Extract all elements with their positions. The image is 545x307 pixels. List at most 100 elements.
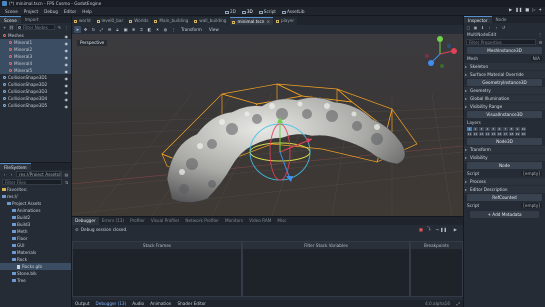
workspace-2d[interactable]: 2D bbox=[222, 7, 239, 16]
fs-item-favorites[interactable]: Favorites: bbox=[0, 186, 71, 193]
scene-tab-main-building[interactable]: Main_building bbox=[152, 17, 192, 25]
fs-item-build2[interactable]: Build2 bbox=[0, 214, 71, 221]
section-geometry[interactable]: Geometry bbox=[464, 87, 545, 94]
panel-audio[interactable]: Audio bbox=[129, 301, 147, 306]
stop-icon[interactable]: ■ bbox=[525, 7, 529, 12]
layer-cell[interactable]: 10 bbox=[521, 127, 526, 131]
tree-item-collision5[interactable]: CollisionShape3D5 ◉ bbox=[0, 102, 71, 109]
perspective-menu[interactable]: Perspective bbox=[77, 40, 108, 46]
script2-property-row[interactable]: Script [empty] bbox=[464, 202, 545, 209]
tree-item-collision4[interactable]: CollisionShape3D4 ◉ bbox=[0, 95, 71, 102]
scene-tab-player[interactable]: player bbox=[273, 17, 298, 25]
layer-cell[interactable]: 7 bbox=[503, 127, 508, 131]
split-view-icon[interactable]: ▤ bbox=[64, 172, 69, 177]
layer-cell[interactable]: 6 bbox=[497, 127, 502, 131]
edited-object-row[interactable]: MultiNodeEdit ⋮ bbox=[464, 31, 545, 38]
filter-properties-input[interactable]: Filter Properties bbox=[466, 39, 536, 45]
fs-item-meth[interactable]: Meth bbox=[0, 228, 71, 235]
tree-item-collision1[interactable]: CollisionShape3D1 ◉ bbox=[0, 74, 71, 81]
layer-cell[interactable]: 9 bbox=[515, 127, 520, 131]
layer-cell[interactable]: 5 bbox=[491, 127, 496, 131]
section-skeleton[interactable]: Skeleton bbox=[464, 63, 545, 70]
fs-item-gui[interactable]: GUI bbox=[0, 242, 71, 249]
breakpoints-panel[interactable]: Breakpoints bbox=[410, 241, 463, 297]
expand-panel-icon[interactable]: ⤢ bbox=[457, 301, 460, 306]
history-icon[interactable]: ↺ bbox=[501, 25, 506, 30]
section-surface-material[interactable]: Surface Material Override bbox=[464, 71, 545, 78]
tree-item-mineral2[interactable]: Mineral2 ◉ bbox=[0, 46, 71, 53]
mesh-value[interactable]: N/A bbox=[530, 56, 542, 61]
save-resource-icon[interactable]: ⬇ bbox=[480, 25, 485, 30]
layer-cell[interactable]: 19 bbox=[515, 132, 520, 136]
stack-variables-panel[interactable]: Filter Stack Variables bbox=[242, 241, 410, 297]
play-scene-icon[interactable]: ▷ bbox=[532, 7, 535, 12]
panel-output[interactable]: Output bbox=[72, 301, 93, 306]
layer-cell[interactable]: 3 bbox=[479, 127, 484, 131]
play-custom-icon[interactable]: ✦ bbox=[538, 7, 542, 12]
fs-item-rocks-glb[interactable]: Rocks.glb bbox=[0, 263, 71, 270]
close-tab-icon[interactable]: × bbox=[266, 19, 270, 24]
break-icon[interactable]: ❚❚ bbox=[440, 227, 447, 232]
tab-profiler[interactable]: Profiler bbox=[127, 217, 148, 225]
layer-cell[interactable]: 8 bbox=[509, 127, 514, 131]
environment-icon[interactable]: ◍ bbox=[162, 26, 169, 33]
history-forward-icon[interactable]: › bbox=[494, 25, 499, 30]
more-icon[interactable]: ⋮ bbox=[170, 26, 177, 33]
back-icon[interactable]: ‹ bbox=[2, 172, 7, 177]
menu-dots-icon[interactable]: ⋮ bbox=[64, 25, 69, 30]
3d-viewport[interactable]: Perspective bbox=[72, 34, 463, 216]
scene-tab-world[interactable]: world bbox=[72, 17, 94, 25]
lock-icon[interactable]: 🔒︎ bbox=[114, 26, 121, 33]
scene-tab-level0[interactable]: level0_bar bbox=[94, 17, 127, 25]
transform-menu[interactable]: Transform bbox=[178, 27, 205, 32]
tab-errors[interactable]: Errors (13) bbox=[99, 217, 127, 225]
local-space-icon[interactable]: ⊕ bbox=[130, 26, 137, 33]
tab-scene[interactable]: Scene bbox=[0, 16, 21, 23]
layer-cell[interactable]: 15 bbox=[491, 132, 496, 136]
history-back-icon[interactable]: ‹ bbox=[487, 25, 492, 30]
continue-icon[interactable]: ▶ bbox=[454, 227, 457, 232]
camera-preview-icon[interactable]: ◧ bbox=[146, 26, 153, 33]
panel-shader-editor[interactable]: Shader Editor bbox=[174, 301, 209, 306]
scale-tool-icon[interactable]: ⤢ bbox=[98, 26, 105, 33]
fs-item-floor[interactable]: Floor bbox=[0, 235, 71, 242]
step-into-icon[interactable]: ⤵ bbox=[427, 226, 431, 232]
section-process[interactable]: Process bbox=[464, 178, 545, 185]
fs-item-materials[interactable]: Materials bbox=[0, 249, 71, 256]
settings-icon[interactable]: ⚙ bbox=[538, 40, 543, 45]
select-tool-icon[interactable]: ➤ bbox=[74, 26, 81, 33]
group-icon[interactable]: ▣ bbox=[122, 26, 129, 33]
load-resource-icon[interactable]: ▣ bbox=[473, 25, 478, 30]
fs-item-build3[interactable]: Build3 bbox=[0, 221, 71, 228]
object-menu-icon[interactable]: ⋮ bbox=[538, 31, 542, 38]
script-property-row[interactable]: Script [empty] bbox=[464, 170, 545, 177]
path-field[interactable]: res://Project Assets/Ro bbox=[16, 171, 62, 177]
layer-cell[interactable]: 4 bbox=[485, 127, 490, 131]
forward-icon[interactable]: › bbox=[9, 172, 14, 177]
step-over-icon[interactable]: ⤳ bbox=[436, 227, 439, 232]
tab-import[interactable]: Import bbox=[21, 16, 43, 23]
move-tool-icon[interactable]: ✥ bbox=[82, 26, 89, 33]
tab-misc[interactable]: Misc bbox=[274, 217, 289, 225]
layer-cell[interactable]: 11 bbox=[467, 132, 472, 136]
script-value[interactable]: [empty] bbox=[521, 171, 542, 176]
stop-debug-icon[interactable]: ■ bbox=[419, 227, 423, 232]
workspace-assetlib[interactable]: AssetLib bbox=[279, 7, 308, 16]
tab-video-ram[interactable]: Video RAM bbox=[246, 217, 274, 225]
section-transform[interactable]: Transform bbox=[464, 146, 545, 153]
snap-icon[interactable]: ⌗ bbox=[138, 26, 145, 33]
section-global-illumination[interactable]: Global Illumination bbox=[464, 95, 545, 102]
section-editor-description[interactable]: Editor Description bbox=[464, 186, 545, 193]
rotate-tool-icon[interactable]: ↻ bbox=[90, 26, 97, 33]
new-resource-icon[interactable]: ▢ bbox=[466, 25, 471, 30]
tree-item-mineral5[interactable]: Mineral5 ◉ bbox=[0, 67, 71, 74]
script-attach-icon[interactable]: ✎ bbox=[57, 25, 62, 30]
fs-item-res[interactable]: res:// bbox=[0, 193, 71, 200]
layer-cell[interactable]: 12 bbox=[473, 132, 478, 136]
menu-help[interactable]: Help bbox=[79, 7, 95, 16]
fs-item-stone[interactable]: Stone.blk bbox=[0, 270, 71, 277]
script2-value[interactable]: [empty] bbox=[521, 203, 542, 208]
tree-item-collision2[interactable]: CollisionShape3D2 ◉ bbox=[0, 81, 71, 88]
stack-frames-panel[interactable]: Stack Frames bbox=[72, 241, 242, 297]
tree-item-mineral3[interactable]: Mineral3 ◉ bbox=[0, 53, 71, 60]
